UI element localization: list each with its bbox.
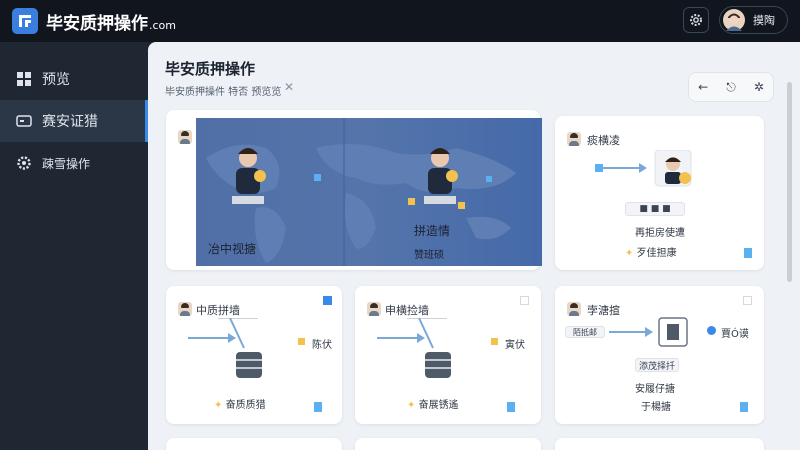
chart-icon [740, 402, 748, 412]
chart-icon [744, 248, 752, 258]
scrollbar[interactable] [787, 82, 792, 282]
pledge-card[interactable]: 中质拼墙 陈伏 ✦ 奋质质猎 [166, 286, 342, 424]
card-footer: ✦ 奋展锈遙 [407, 400, 459, 411]
card-partial[interactable] [355, 438, 541, 450]
card-partial[interactable] [166, 438, 342, 450]
side-label: 寅伏 [505, 340, 525, 351]
avatar [723, 9, 745, 31]
card-line-1: 再拒房使遭 [635, 228, 685, 239]
avatar [178, 130, 192, 144]
map-caption-sub: 赞班硕 [414, 250, 444, 261]
avatar [178, 302, 192, 316]
checkbox[interactable] [520, 296, 529, 305]
flow-diagram [188, 318, 262, 378]
star-icon: ✦ [407, 400, 416, 411]
checkbox[interactable] [323, 296, 332, 305]
card-title: 中质拼墙 [196, 304, 240, 317]
chart-icon [314, 402, 322, 412]
sidebar-item-label: 赛安证猎 [42, 114, 98, 130]
grid-icon [17, 72, 31, 86]
header-toolbar: ← ⎋ ✲ [688, 72, 774, 102]
page-header: 毕安质押操作 毕安质押操件 特否 预览览 ✕ ← ⎋ ✲ [158, 50, 790, 106]
sidebar-item-label: 预览 [42, 72, 70, 88]
card-title: 痰横凌 [587, 134, 620, 147]
main-panel: 毕安质押操作 毕安质押操件 特否 预览览 ✕ ← ⎋ ✲ 冶中视搪 拼造情 赞班… [148, 42, 800, 450]
wallet-icon [16, 115, 32, 127]
star-icon: ✦ [625, 248, 634, 259]
sidebar-item-label: 疎雪操作 [42, 156, 91, 171]
map-caption-left: 冶中视搪 [208, 242, 257, 256]
user-menu[interactable]: 摸陶 [719, 6, 788, 34]
card-line-2: ✦ 歹佳担康 [625, 248, 677, 259]
gear-icon [690, 14, 702, 26]
flow-diagram [595, 150, 692, 187]
checkbox[interactable] [743, 296, 752, 305]
map-caption-mid: 拼造情 [414, 224, 451, 238]
card-partial[interactable] [555, 438, 764, 450]
avatar [567, 302, 581, 316]
card-line-1: 安履仔搪 [635, 384, 675, 395]
user-name: 摸陶 [753, 14, 775, 27]
avatar [567, 132, 581, 146]
right-label: 賈Ó谟 [721, 329, 749, 340]
card-footer: ✦ 奋质质猎 [214, 400, 266, 411]
status-dot [707, 326, 716, 335]
star-icon: ✦ [214, 400, 223, 411]
page-title: 毕安质押操作 [165, 60, 256, 78]
status-badge [491, 338, 498, 345]
settings-icon[interactable]: ✲ [754, 80, 764, 94]
status-tag: 添茂择扦 [635, 358, 679, 372]
gear-icon [17, 156, 31, 170]
app-title: 毕安质押操作.com [46, 13, 176, 34]
share-icon[interactable]: ⎋ [726, 80, 736, 95]
flow-diagram [377, 318, 451, 378]
chart-icon [507, 402, 515, 412]
progress-tag: ■ ■ ■ [625, 202, 685, 216]
sidebar-item-operation[interactable]: 疎雪操作 [0, 142, 148, 184]
sidebar: 预览 赛安证猎 疎雪操作 [0, 42, 148, 450]
status-badge [298, 338, 305, 345]
card-title: 申横捡墙 [385, 304, 429, 317]
source-tag: 陌抵邮 [565, 326, 605, 338]
back-icon[interactable]: ← [698, 80, 708, 94]
top-bar: 毕安质押操作.com 摸陶 [0, 0, 800, 42]
breadcrumb: 毕安质押操件 特否 预览览 [165, 87, 282, 98]
flow-diagram [609, 317, 688, 347]
sidebar-item-preview[interactable]: 预览 [0, 58, 148, 100]
process-card[interactable]: 痰横凌 ■ ■ ■ 再拒房使遭 ✦ 歹佳担康 [555, 116, 764, 270]
collapse-icon[interactable]: ✕ [284, 80, 294, 94]
avatar [367, 302, 381, 316]
pledge-card-2[interactable]: 申横捡墙 寅伏 ✦ 奋展锈遙 [355, 286, 541, 424]
side-label: 陈伏 [312, 340, 332, 351]
app-logo[interactable] [12, 8, 38, 34]
card-line-2: 于楊搪 [641, 402, 671, 413]
settlement-card[interactable]: 孛溏揎 陌抵邮 賈Ó谟 添茂择扦 安履仔搪 于楊搪 [555, 286, 764, 424]
settings-button[interactable] [683, 7, 709, 33]
sidebar-item-pledge[interactable]: 赛安证猎 [0, 100, 148, 142]
